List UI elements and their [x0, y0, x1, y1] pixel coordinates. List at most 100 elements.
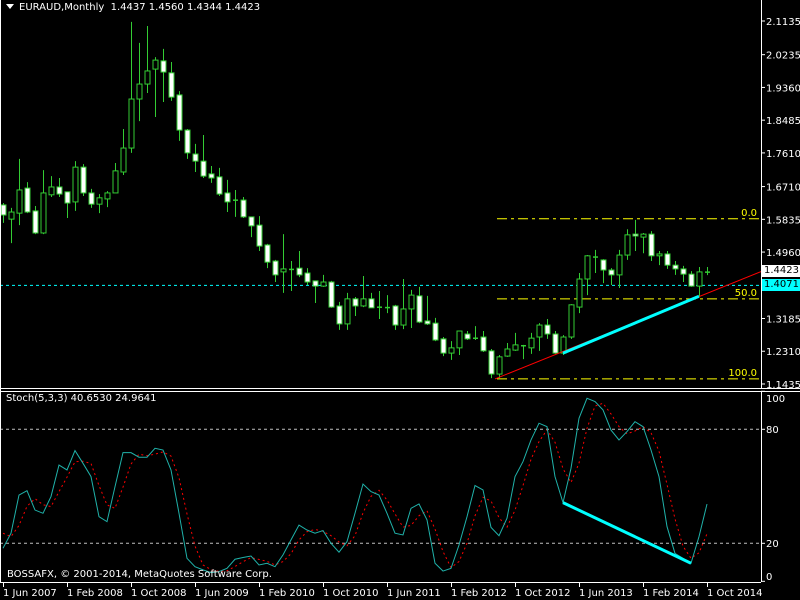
candle [24, 182, 31, 214]
candle [16, 158, 23, 226]
candle [80, 164, 87, 196]
candle-body-bear [392, 305, 399, 326]
candle-body-bear [296, 267, 303, 276]
candle-body-bear [600, 259, 607, 271]
candle [208, 166, 215, 183]
candle-body-bull [656, 253, 663, 257]
dropdown-triangle-icon[interactable] [6, 4, 14, 9]
candle-body-bear [176, 94, 183, 131]
candle [688, 271, 695, 287]
candle-body-bull [320, 281, 327, 287]
candle-body-bear [208, 173, 215, 179]
candle-body-bear [664, 253, 671, 266]
candle [256, 216, 263, 251]
candle-body-bull [144, 70, 151, 85]
candle-body-bull [576, 278, 583, 308]
candle-body-bear [368, 298, 375, 309]
time-axis-label: 1 Jun 2013 [579, 588, 633, 599]
candle-body-bear [672, 264, 679, 270]
candle-body-bear [272, 260, 279, 276]
candle-body-bear [264, 244, 271, 263]
axes: 2.1135 2.0235 1.9360 1.8485 1.7610 1.6710 1.58… [0, 0, 800, 599]
candle [616, 249, 623, 288]
candle [112, 163, 119, 194]
candle-body-bull [16, 189, 23, 214]
candle-body-bear [552, 333, 559, 354]
candle-body-bear [336, 305, 343, 325]
price-axis-label: 1.5835 [766, 215, 800, 226]
candle [593, 249, 598, 274]
stoch-axis-label: 0 [766, 572, 772, 583]
time-axis-label: 1 Jun 2007 [3, 588, 57, 599]
candle-body-bear [440, 338, 447, 354]
bid-line-price-tag: 1.4071 [762, 279, 800, 291]
candle [120, 128, 127, 175]
ohlc-values: 1.4437 1.4560 1.4344 1.4423 [110, 2, 261, 13]
candle [392, 304, 399, 330]
candle-body-bull [344, 298, 351, 325]
stoch-k-line [2, 397, 708, 574]
time-axis-label: 1 Oct 2008 [131, 588, 186, 599]
candle [352, 296, 359, 317]
price-divergence-line [562, 294, 700, 355]
candle-body-bear [32, 210, 39, 234]
candle-body-bull [96, 197, 103, 205]
candle-body-bear [240, 199, 247, 218]
candle [656, 250, 663, 266]
candle-body-bear [224, 192, 231, 203]
candle-body-bull [48, 186, 55, 196]
candle [648, 231, 655, 262]
candle [360, 276, 367, 308]
symbol-label: EURAUD,Monthly [19, 2, 105, 13]
candle [104, 191, 111, 208]
candle [432, 317, 439, 342]
time-axis-label: 1 Oct 2010 [323, 588, 378, 599]
candle-body-bear [352, 298, 359, 307]
candle-body-bear [80, 166, 87, 194]
candle-body-bear [312, 280, 319, 287]
price-axis-label: 2.0235 [766, 51, 800, 62]
candle [96, 194, 103, 214]
candle-body-bear [88, 192, 95, 205]
candle-body-bull [400, 308, 407, 326]
candle-body-bear [416, 295, 423, 323]
stoch-axis-label: 100 [766, 394, 785, 405]
candle-body-bear [688, 273, 695, 287]
candle [608, 268, 615, 285]
candle [32, 206, 39, 235]
candle [72, 161, 79, 211]
candle-body-bull [504, 348, 511, 357]
time-axis-label: 1 Jun 2009 [195, 588, 249, 599]
candle-body-bear [488, 350, 495, 375]
candle [264, 243, 271, 269]
candle [168, 61, 175, 101]
candle-body-bull [112, 170, 119, 194]
candle [296, 250, 303, 278]
price-axis-label: 1.2310 [766, 347, 800, 358]
candle-body-bear [424, 320, 431, 325]
candle-body-bear [480, 336, 487, 352]
candle [488, 348, 495, 379]
stochastic-pane[interactable] [0, 397, 761, 574]
candle-body-bull [408, 294, 415, 310]
candle [312, 280, 319, 303]
copyright-watermark: BOSSAFX, © 2001-2014, MetaQuotes Softwar… [7, 569, 272, 580]
candle-body-bull [616, 254, 623, 276]
chart-canvas[interactable]: 0.0 50.0 100.0 2.1135 2.0235 1.9360 1.8485 1.7… [0, 0, 800, 600]
candle [233, 189, 238, 217]
candle-body-bear [0, 204, 7, 216]
candle-body-bear [608, 269, 615, 276]
candle-body-bull [72, 166, 79, 203]
chart-header: EURAUD,Monthly 1.4437 1.4560 1.4344 1.44… [6, 2, 260, 13]
candle-body-bear [184, 129, 191, 154]
price-axis-label: 1.1435 [766, 380, 800, 391]
candle [176, 91, 183, 141]
price-axis-label: 1.7610 [766, 149, 800, 160]
stoch-axis-label: 80 [766, 425, 779, 436]
price-pane[interactable]: 0.0 50.0 100.0 [0, 21, 761, 380]
candle [136, 42, 143, 122]
candle [289, 261, 294, 291]
candle [152, 57, 159, 117]
candle [536, 323, 543, 351]
candle [672, 261, 679, 275]
